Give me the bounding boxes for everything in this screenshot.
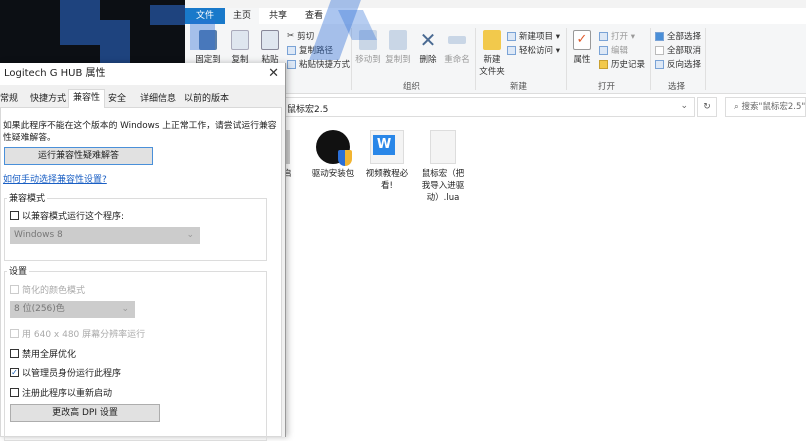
divider	[650, 28, 651, 90]
reduced-color-checkbox[interactable]: 简化的颜色模式	[10, 283, 85, 296]
copy-button[interactable]: 复制	[225, 30, 255, 65]
copy-to-icon	[389, 30, 407, 50]
settings-group-label: 设置	[7, 264, 30, 277]
divider	[566, 28, 567, 90]
watermark	[190, 20, 215, 50]
res640-checkbox[interactable]: 用 640 x 480 屏幕分辨率运行	[10, 327, 145, 340]
select-all-button[interactable]: 全部选择	[655, 30, 701, 42]
close-button[interactable]: ✕	[268, 63, 279, 85]
checkbox-checked[interactable]: ✓	[10, 368, 19, 377]
copy-to-button[interactable]: 复制到	[383, 30, 413, 65]
open-group-label: 打开	[598, 82, 616, 92]
ribbon-tabs: 文件 主页 共享 查看	[185, 8, 806, 24]
tab-previous-versions[interactable]: 以前的版本	[180, 91, 233, 107]
select-none-button[interactable]: 全部取消	[655, 44, 701, 56]
file-item[interactable]: 驱动安装包	[303, 130, 363, 180]
run-as-admin-checkbox[interactable]: ✓ 以管理员身份运行此程序	[10, 366, 121, 379]
folder-icon	[483, 30, 501, 50]
refresh-icon: ↻	[703, 102, 711, 112]
new-item-button[interactable]: 新建项目 ▾	[507, 30, 560, 42]
checkmark-icon: ✓	[573, 30, 591, 50]
compat-mode-checkbox[interactable]: 以兼容模式运行这个程序:	[10, 209, 124, 222]
chevron-down-icon: ⌄	[121, 304, 129, 314]
paste-button[interactable]: 粘贴	[255, 30, 285, 65]
troubleshoot-button[interactable]: 运行兼容性疑难解答	[4, 147, 153, 165]
address-bar[interactable]: 鼠标宏2.5 ⌄	[285, 97, 695, 117]
shortcut-icon	[287, 59, 296, 69]
new-folder-button[interactable]: 新建 文件夹	[477, 30, 507, 77]
compatibility-panel: 如果此程序不能在这个版本的 Windows 上正常工作，请尝试运行兼容 性疑难解…	[0, 107, 282, 441]
delete-button[interactable]: ✕ 删除	[415, 30, 441, 65]
tab-general[interactable]: 常规	[0, 91, 22, 107]
delete-x-icon: ✕	[419, 28, 437, 52]
file-item[interactable]: 鼠标宏（把 我导入进驱 动）.lua	[413, 130, 473, 204]
easy-access-button[interactable]: 轻松访问 ▾	[507, 44, 560, 56]
history-icon	[599, 59, 608, 69]
desktop-background	[0, 0, 186, 63]
quick-access-toolbar	[185, 0, 806, 8]
scissors-icon: ✂	[287, 31, 295, 41]
organize-group-label: 组织	[403, 82, 421, 92]
close-icon: ✕	[268, 66, 279, 81]
dialog-title-bar: Logitech G HUB 属性	[0, 63, 285, 85]
new-group-label: 新建	[510, 82, 528, 92]
change-dpi-button[interactable]: 更改高 DPI 设置	[10, 404, 160, 422]
checkbox[interactable]	[10, 211, 19, 220]
history-button[interactable]: 历史记录	[599, 58, 645, 70]
refresh-button[interactable]: ↻	[697, 97, 717, 117]
copy-icon	[231, 30, 249, 50]
checkbox[interactable]	[10, 329, 19, 338]
select-all-icon	[655, 31, 664, 41]
cut-button[interactable]: ✂ 剪切	[287, 30, 314, 42]
properties-button[interactable]: ✓ 属性	[569, 30, 595, 65]
register-restart-checkbox[interactable]: 注册此程序以重新启动	[10, 386, 112, 399]
logitech-installer-icon	[316, 130, 352, 166]
edit-icon	[599, 45, 608, 55]
watermark	[150, 5, 186, 25]
manual-settings-link[interactable]: 如何手动选择兼容性设置?	[3, 172, 107, 185]
path-icon	[287, 45, 296, 55]
checkbox[interactable]	[10, 349, 19, 358]
tab-shortcut[interactable]: 快捷方式	[26, 91, 70, 107]
open-icon	[599, 31, 608, 41]
new-item-icon	[507, 31, 516, 41]
tab-compatibility[interactable]: 兼容性	[68, 89, 106, 108]
rename-icon	[448, 36, 466, 44]
disable-fullscreen-checkbox[interactable]: 禁用全屏优化	[10, 347, 76, 360]
checkbox[interactable]	[10, 285, 19, 294]
color-select[interactable]: 8 位(256)色 ⌄	[10, 301, 135, 318]
tab-security[interactable]: 安全	[104, 91, 130, 107]
compat-group-label: 兼容模式	[7, 191, 48, 204]
properties-dialog: Logitech G HUB 属性 ✕ 常规 快捷方式 兼容性 安全 详细信息 …	[0, 63, 286, 441]
os-select[interactable]: Windows 8 ⌄	[10, 227, 200, 244]
watermark	[60, 0, 100, 45]
clipboard-icon	[261, 30, 279, 50]
wps-document-icon: W	[370, 130, 404, 164]
select-group-label: 选择	[668, 82, 686, 92]
tab-share[interactable]: 共享	[261, 8, 295, 24]
checkbox[interactable]	[10, 388, 19, 397]
watermark	[100, 20, 130, 63]
chevron-down-icon: ⌄	[186, 230, 194, 240]
open-button[interactable]: 打开 ▾	[599, 30, 635, 42]
invert-selection-button[interactable]: 反向选择	[655, 58, 701, 70]
file-item[interactable]: W 视频教程必 看!	[357, 130, 417, 192]
intro-text: 如果此程序不能在这个版本的 Windows 上正常工作，请尝试运行兼容 性疑难解…	[3, 121, 277, 143]
rename-button[interactable]: 重命名	[441, 30, 473, 65]
invert-selection-icon	[655, 59, 664, 69]
edit-button[interactable]: 编辑	[599, 44, 628, 56]
tab-details[interactable]: 详细信息	[136, 91, 180, 107]
easy-access-icon	[507, 45, 516, 55]
tab-home[interactable]: 主页	[225, 8, 259, 24]
chevron-down-icon[interactable]: ⌄	[680, 101, 688, 111]
divider	[705, 28, 706, 90]
select-none-icon	[655, 45, 664, 55]
divider	[475, 28, 476, 90]
lua-file-icon	[430, 130, 456, 164]
dialog-title: Logitech G HUB 属性	[4, 68, 106, 79]
search-input[interactable]: ⌕ 搜索"鼠标宏2.5"	[725, 97, 806, 117]
